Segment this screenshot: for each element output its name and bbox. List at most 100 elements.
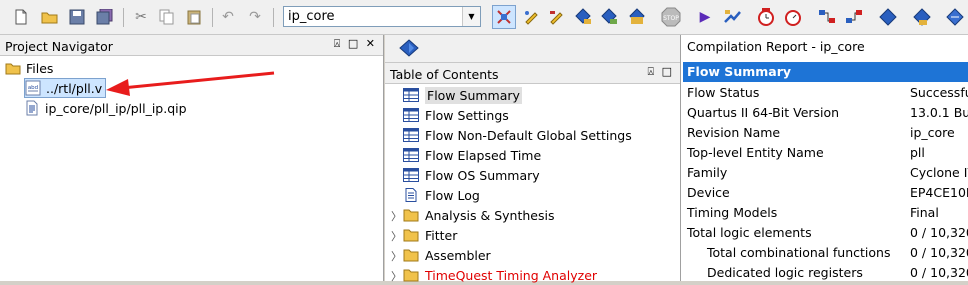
table-icon: [403, 88, 419, 102]
pin-planner-edit-icon[interactable]: [521, 7, 541, 27]
row-value: 0 / 10,320: [910, 265, 968, 280]
annotation-arrow-icon: [106, 71, 275, 96]
programmer-icon[interactable]: [912, 7, 932, 27]
row-value: EP4CE10F: [910, 185, 968, 200]
table-row: Revision Name ip_core: [687, 122, 968, 142]
log-icon: [405, 188, 417, 202]
rtl-viewer-icon[interactable]: [817, 7, 837, 27]
table-row: Quartus II 64-Bit Version 13.0.1 Build: [687, 102, 968, 122]
row-key: Total logic elements: [687, 225, 812, 240]
toc-item-label: Flow Summary: [425, 86, 522, 104]
technology-map-viewer-icon[interactable]: [844, 7, 864, 27]
undo-icon[interactable]: ↶: [218, 7, 238, 27]
toc-item-label: Analysis & Synthesis: [425, 207, 555, 223]
start-compilation-icon[interactable]: ▶: [695, 7, 715, 27]
toc-item-label: TimeQuest Timing Analyzer: [425, 267, 598, 283]
new-file-icon[interactable]: [11, 7, 31, 27]
expand-arrow-icon[interactable]: 〉: [391, 268, 402, 284]
folder-open-icon: [5, 60, 21, 76]
start-analysis-synthesis-icon[interactable]: [599, 7, 619, 27]
report-home-icon[interactable]: [398, 38, 420, 63]
table-of-contents-header: Table of Contents ⍓ □: [385, 62, 680, 84]
chip-planner-icon[interactable]: [878, 7, 898, 27]
report-section-header: Flow Summary: [683, 62, 968, 82]
chevron-down-icon[interactable]: ▼: [462, 7, 480, 26]
project-navigator-title: Project Navigator: [5, 39, 113, 54]
toc-item-flow-log[interactable]: Flow Log: [403, 185, 480, 205]
ssn-analyzer-icon[interactable]: [945, 7, 965, 27]
expand-arrow-icon[interactable]: 〉: [391, 228, 402, 244]
row-key: Revision Name: [687, 125, 781, 140]
file-item[interactable]: abd ../rtl/pll.v: [24, 78, 107, 98]
table-icon: [403, 108, 419, 122]
verilog-file-icon: abd: [25, 80, 41, 96]
table-of-contents-panel: Table of Contents ⍓ □ Flow Summary Flow …: [385, 35, 681, 284]
file-item-label: ip_core/pll_ip/pll_ip.qip: [45, 100, 187, 116]
folder-icon: [403, 209, 419, 222]
row-key: Timing Models: [687, 205, 778, 220]
toc-item-assembler[interactable]: Assembler: [403, 245, 491, 265]
stop-icon[interactable]: STOP: [661, 7, 681, 27]
report-toolbar: [385, 35, 680, 62]
row-key: Total combinational functions: [707, 245, 891, 260]
folder-icon: [403, 249, 419, 262]
project-hierarchy-select[interactable]: ip_core ▼: [283, 6, 481, 27]
toc-item-flow-summary[interactable]: Flow Summary: [403, 85, 522, 105]
start-analysis-elaboration-icon[interactable]: [573, 7, 593, 27]
row-value: 0 / 10,320: [910, 225, 968, 240]
folder-icon: [403, 269, 419, 282]
start-fitter-icon[interactable]: [627, 7, 647, 27]
project-navigator-header: Project Navigator ⍓ □ ✕: [0, 35, 383, 56]
powerplay-analyzer-icon[interactable]: [783, 7, 803, 27]
files-folder[interactable]: Files: [5, 58, 53, 78]
toc-item-flow-os-summary[interactable]: Flow OS Summary: [403, 165, 540, 185]
toc-item-label: Flow Elapsed Time: [425, 147, 542, 163]
redo-icon[interactable]: ↷: [245, 7, 265, 27]
table-row: Top-level Entity Name pll: [687, 142, 968, 162]
toc-item-fitter[interactable]: Fitter: [403, 225, 457, 245]
folder-icon: [403, 229, 419, 242]
row-value: Successful: [910, 85, 968, 100]
expand-arrow-icon[interactable]: 〉: [391, 208, 402, 224]
row-value: Final: [910, 205, 939, 220]
table-row: Timing Models Final: [687, 202, 968, 222]
svg-text:STOP: STOP: [663, 15, 679, 22]
toc-item-flow-elapsed-time[interactable]: Flow Elapsed Time: [403, 145, 541, 165]
project-navigator-panel: Project Navigator ⍓ □ ✕ Files abd ../rtl…: [0, 35, 384, 281]
file-item[interactable]: ip_core/pll_ip/pll_ip.qip: [24, 98, 187, 118]
row-key: Dedicated logic registers: [707, 265, 863, 280]
table-row: Flow Status Successful: [687, 82, 968, 102]
start-timing-analyzer-icon[interactable]: [722, 7, 742, 27]
table-icon: [403, 148, 419, 162]
compilation-report-panel: Compilation Report - ip_core Flow Summar…: [681, 35, 968, 281]
open-folder-icon[interactable]: [40, 7, 60, 27]
toc-item-flow-non-default-global-settings[interactable]: Flow Non-Default Global Settings: [403, 125, 632, 145]
row-value: 0 / 10,320: [910, 245, 968, 260]
svg-text:abd: abd: [28, 85, 38, 91]
row-key: Device: [687, 185, 730, 200]
cut-icon[interactable]: ✂: [131, 7, 151, 27]
copy-icon[interactable]: [157, 7, 177, 27]
toc-item-label: Flow Settings: [425, 107, 509, 123]
save-all-icon[interactable]: [95, 7, 115, 27]
row-value: 13.0.1 Build: [910, 105, 968, 120]
project-navigator-toggle-icon[interactable]: [492, 5, 516, 29]
toc-item-flow-settings[interactable]: Flow Settings: [403, 105, 509, 125]
save-icon[interactable]: [67, 7, 87, 27]
toc-item-label: Assembler: [425, 247, 491, 263]
table-of-contents-title: Table of Contents: [390, 67, 499, 82]
row-value: Cyclone IV: [910, 165, 968, 180]
toc-pane-buttons[interactable]: ⍓ □: [648, 65, 675, 79]
row-key: Quartus II 64-Bit Version: [687, 105, 840, 120]
toc-item-analysis-synthesis[interactable]: Analysis & Synthesis: [403, 205, 554, 225]
toc-item-timequest-timing-analyzer[interactable]: TimeQuest Timing Analyzer: [403, 265, 597, 285]
toc-item-label: Flow OS Summary: [425, 167, 540, 183]
file-item-label: ../rtl/pll.v: [46, 80, 103, 96]
table-icon: [403, 128, 419, 142]
expand-arrow-icon[interactable]: 〉: [391, 248, 402, 264]
paste-icon[interactable]: [184, 7, 204, 27]
table-row: Total combinational functions 0 / 10,320: [687, 242, 968, 262]
project-navigator-pane-buttons[interactable]: ⍓ □ ✕: [334, 37, 377, 51]
timequest-analyzer-icon[interactable]: [756, 7, 776, 27]
rtl-edit-icon[interactable]: [546, 7, 566, 27]
